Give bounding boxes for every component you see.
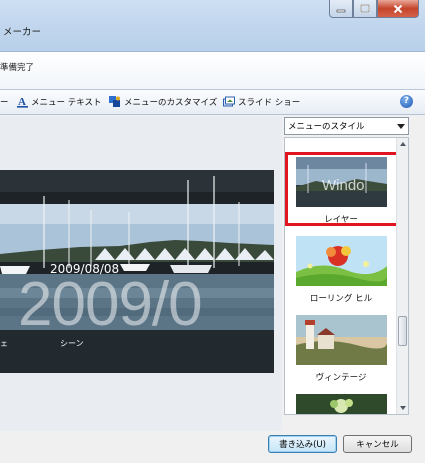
- palette-icon: [109, 96, 120, 107]
- preview-date-large: 2009/0: [18, 270, 203, 339]
- menu-text-label: メニュー テキスト: [31, 98, 102, 108]
- menu-style-dropdown[interactable]: メニューのスタイル: [284, 117, 409, 135]
- preview-date-small: 2009/08/08: [50, 262, 120, 276]
- maximize-icon: [360, 4, 370, 13]
- preview-area: 2009/0 2009/08/08 ェ シーン: [0, 116, 282, 431]
- write-button[interactable]: 書き込み(U): [268, 435, 337, 453]
- close-button[interactable]: [377, 0, 419, 18]
- style-thumb-text: Windo: [322, 177, 365, 194]
- style-thumbnail-layer: Windo: [296, 157, 387, 207]
- menu-preview: 2009/0 2009/08/08 ェ シーン: [0, 170, 274, 373]
- style-thumbnail-rolling-hills: [296, 236, 387, 286]
- style-label-rolling-hills: ローリング ヒル: [309, 294, 373, 304]
- chevron-down-icon: [393, 118, 408, 134]
- status-band: 準備完了: [0, 52, 425, 90]
- customize-menu-label: メニューのカスタマイズ: [124, 98, 218, 108]
- window-controls: [329, 0, 419, 18]
- preview-menu-item-scene: シーン: [60, 339, 84, 348]
- style-thumbnail-4: [296, 394, 387, 414]
- minimize-button[interactable]: [329, 0, 353, 18]
- help-icon[interactable]: ?: [400, 95, 413, 108]
- slideshow-button[interactable]: スライド ショー: [223, 96, 300, 108]
- menu-style-list: Windo レイヤー ローリング ヒル ヴィンテージ: [284, 137, 409, 415]
- menu-style-selected: メニューのスタイル: [288, 122, 365, 132]
- cancel-button[interactable]: キャンセル: [343, 435, 412, 453]
- style-label-layer: レイヤー: [324, 215, 358, 225]
- maximize-button[interactable]: [353, 0, 377, 18]
- slideshow-label: スライド ショー: [238, 98, 301, 108]
- scroll-down-icon[interactable]: [398, 403, 408, 413]
- toolbar-item-partial[interactable]: ー: [0, 96, 9, 108]
- minimize-icon: [336, 9, 346, 12]
- menu-text-button[interactable]: A メニュー テキスト: [17, 96, 101, 108]
- customize-menu-button[interactable]: メニューのカスタマイズ: [109, 96, 217, 108]
- status-text: 準備完了: [0, 63, 35, 73]
- bottom-bar: 書き込み(U) キャンセル: [0, 431, 425, 463]
- preview-menu-item-play: ェ: [0, 339, 8, 348]
- style-label-vintage: ヴィンテージ: [315, 373, 367, 383]
- window-title: メーカー: [3, 27, 42, 38]
- text-icon: A: [17, 96, 28, 108]
- scrollbar-thumb[interactable]: [398, 316, 407, 346]
- toolbar: ー A メニュー テキスト メニューのカスタマイズ スライド ショー ?: [0, 90, 425, 115]
- title-bar: メーカー: [0, 0, 425, 52]
- scroll-up-icon[interactable]: [398, 139, 408, 149]
- close-icon: [393, 4, 403, 13]
- slideshow-icon: [223, 96, 235, 107]
- style-thumbnail-vintage: [296, 315, 387, 365]
- style-list-scrollbar[interactable]: [396, 138, 408, 414]
